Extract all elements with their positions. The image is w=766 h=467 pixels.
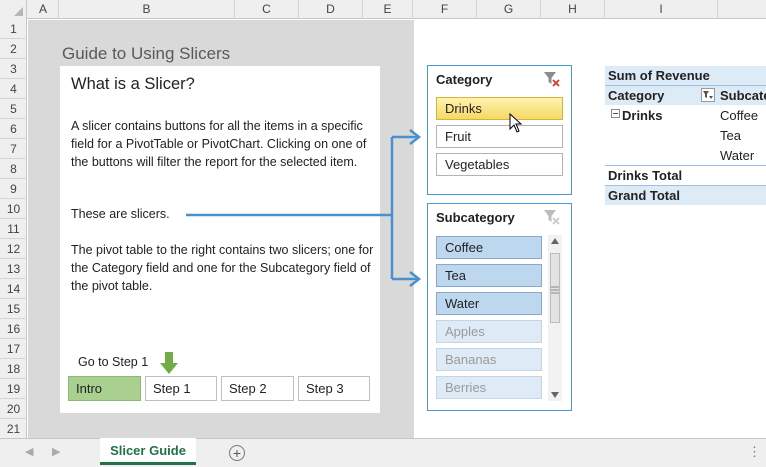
scroll-tabs-left-icon[interactable]: ◀ (25, 445, 33, 458)
pivot-value-header[interactable]: Sum of Revenue (608, 68, 710, 83)
sheet-tab-slicer-guide[interactable]: Slicer Guide (100, 438, 196, 465)
pivot-row-label[interactable]: Category (608, 88, 664, 103)
scroll-grip-icon (551, 286, 559, 294)
scroll-tabs-right-icon[interactable]: ▶ (52, 445, 60, 458)
collapse-icon[interactable] (611, 109, 620, 118)
pivot-drinks-total[interactable]: Drinks Total (608, 168, 682, 183)
pivot-subitem-tea[interactable]: Tea (720, 128, 741, 143)
subcategory-slicer-item-water[interactable]: Water (436, 292, 542, 315)
subcategory-slicer-item-berries[interactable]: Berries (436, 376, 542, 399)
subcategory-slicer-item-tea[interactable]: Tea (436, 264, 542, 287)
pivot-header-divider (605, 85, 766, 86)
row-filter-button[interactable] (701, 88, 715, 102)
pivot-group-divider (605, 165, 766, 166)
filter-dropdown-icon (703, 91, 713, 99)
pivot-column-label[interactable]: Subcate (720, 88, 766, 103)
subcategory-slicer[interactable]: Subcategory Coffee Tea Water Apples Bana… (427, 203, 572, 411)
pivot-group-drinks[interactable]: Drinks (622, 108, 662, 123)
clear-filter-icon[interactable] (543, 71, 560, 87)
add-sheet-icon[interactable]: + (229, 445, 245, 461)
subcategory-slicer-item-bananas[interactable]: Bananas (436, 348, 542, 371)
subcategory-slicer-item-apples[interactable]: Apples (436, 320, 542, 343)
mouse-cursor-icon (509, 113, 523, 133)
clear-filter-icon[interactable] (543, 209, 560, 225)
more-options-icon[interactable]: ⋮ (748, 444, 761, 460)
pivot-grand-total[interactable]: Grand Total (608, 188, 680, 203)
category-slicer[interactable]: Category Drinks Fruit Vegetables (427, 65, 572, 195)
scroll-down-icon[interactable] (551, 392, 559, 398)
pivot-subitem-coffee[interactable]: Coffee (720, 108, 758, 123)
category-slicer-item-drinks[interactable]: Drinks (436, 97, 563, 120)
category-slicer-item-fruit[interactable]: Fruit (436, 125, 563, 148)
sheet-tab-bar: ◀ ▶ Slicer Guide + ⋮ (0, 438, 766, 467)
subcategory-slicer-item-coffee[interactable]: Coffee (436, 236, 542, 259)
pivot-subitem-water[interactable]: Water (720, 148, 754, 163)
subcategory-slicer-title: Subcategory (436, 210, 515, 225)
category-slicer-title: Category (436, 72, 493, 87)
scroll-up-icon[interactable] (551, 238, 559, 244)
subcategory-slicer-scrollbar[interactable] (548, 235, 562, 401)
category-slicer-item-vegetables[interactable]: Vegetables (436, 153, 563, 176)
pivot-grand-total-divider (605, 185, 766, 186)
